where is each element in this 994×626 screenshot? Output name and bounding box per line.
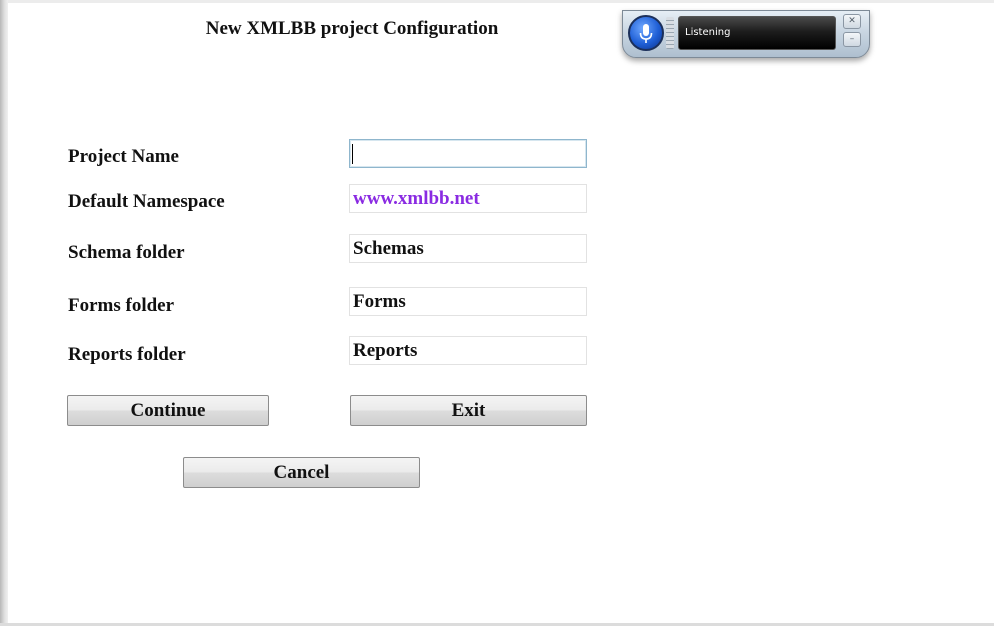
schema-folder-input[interactable]: Schemas [349,234,587,263]
exit-button[interactable]: Exit [350,395,587,426]
close-icon[interactable]: ✕ [843,14,861,29]
speech-status-text: Listening [685,27,731,38]
minimize-icon[interactable]: – [843,32,861,47]
microphone-icon[interactable] [628,15,664,51]
project-name-input[interactable] [349,139,587,168]
project-name-label: Project Name [68,146,179,167]
default-namespace-label: Default Namespace [68,191,225,212]
page-title: New XMLBB project Configuration [205,18,499,39]
reports-folder-input[interactable]: Reports [349,336,587,365]
speech-status-display: Listening [678,16,836,50]
default-namespace-input[interactable]: www.xmlbb.net [349,184,587,213]
text-caret [352,144,353,164]
audio-level-meter [666,17,674,49]
cancel-button[interactable]: Cancel [183,457,420,488]
continue-button[interactable]: Continue [67,395,269,426]
window-top-edge [0,0,994,3]
schema-folder-label: Schema folder [68,242,185,263]
speech-recognition-widget[interactable]: Listening ✕ – [622,10,870,58]
reports-folder-label: Reports folder [68,344,186,365]
forms-folder-label: Forms folder [68,295,175,316]
app-window: New XMLBB project Configuration Project … [0,0,994,626]
window-left-edge [0,0,8,626]
forms-folder-input[interactable]: Forms [349,287,587,316]
